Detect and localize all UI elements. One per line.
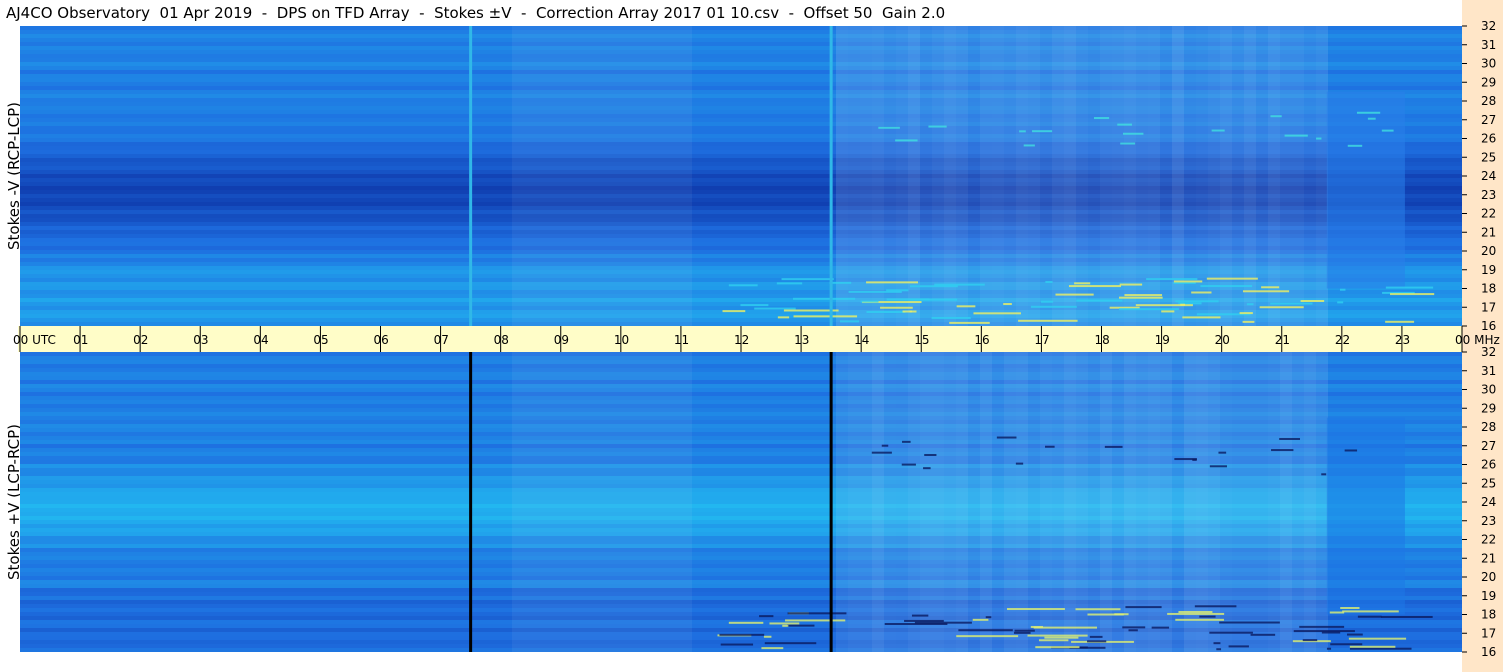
spectrogram-stokes-minus-v	[20, 26, 1462, 326]
chart-title: AJ4CO Observatory 01 Apr 2019 - DPS on T…	[6, 4, 946, 22]
frequency-axis-strip	[1462, 0, 1503, 672]
spectrogram-stokes-plus-v	[20, 352, 1462, 652]
utc-time-axis	[18, 326, 1462, 352]
